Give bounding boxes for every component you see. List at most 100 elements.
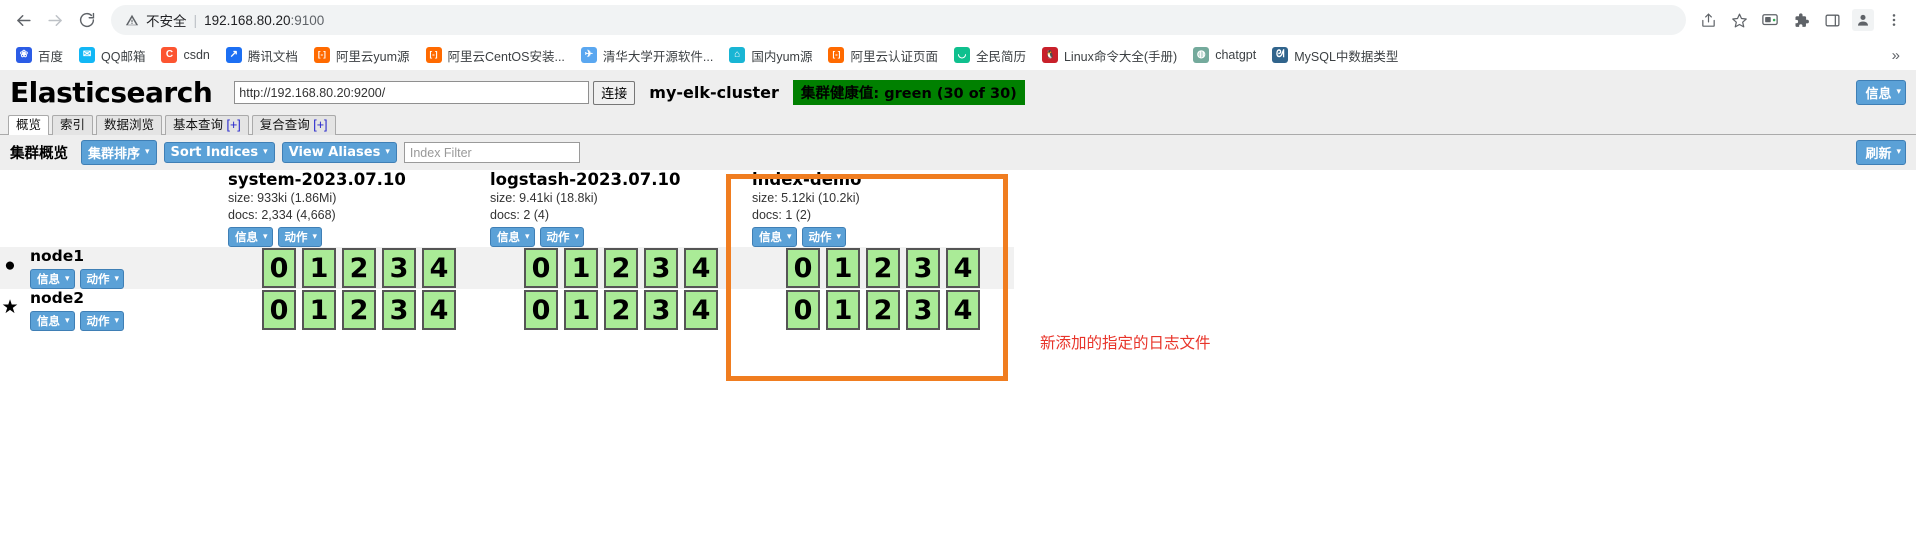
- shard-cell[interactable]: 2: [604, 248, 638, 288]
- shard-cell[interactable]: 0: [262, 290, 296, 330]
- bookmark-item[interactable]: [-] 阿里云yum源: [306, 43, 418, 67]
- shard-cell[interactable]: 2: [866, 248, 900, 288]
- reload-icon[interactable]: [72, 5, 102, 35]
- index-action-button-label: 动作: [808, 230, 832, 244]
- page-title: 集群概览: [10, 146, 68, 162]
- tab-add-icon[interactable]: [+]: [227, 118, 241, 132]
- media-cast-icon[interactable]: [1756, 6, 1784, 34]
- chevron-down-icon: ▾: [1896, 87, 1901, 97]
- shard-cell[interactable]: 0: [786, 290, 820, 330]
- shard-cell[interactable]: 4: [684, 290, 718, 330]
- index-info-button[interactable]: 信息 ▾: [752, 227, 797, 247]
- tab-add-icon[interactable]: [+]: [313, 118, 327, 132]
- qq-mail-icon: ✉: [79, 47, 96, 63]
- star-icon[interactable]: [1725, 6, 1753, 34]
- bookmark-item[interactable]: ⌂ 国内yum源: [721, 43, 820, 67]
- sidepanel-icon[interactable]: [1818, 6, 1846, 34]
- bookmark-item[interactable]: ✈ 清华大学开源软件...: [573, 43, 721, 67]
- refresh-button[interactable]: 刷新 ▾: [1856, 140, 1906, 165]
- index-info-button[interactable]: 信息 ▾: [228, 227, 273, 247]
- tab-1[interactable]: 索引: [52, 115, 94, 135]
- cluster-sort-button[interactable]: 集群排序 ▾: [81, 140, 157, 165]
- shard-cell[interactable]: 1: [302, 290, 336, 330]
- index-action-button-label: 动作: [284, 230, 308, 244]
- bookmark-item[interactable]: ❀ 百度: [8, 43, 71, 67]
- bookmarks-overflow-button[interactable]: »: [1884, 47, 1908, 64]
- index-action-button[interactable]: 动作 ▾: [539, 227, 585, 247]
- share-icon[interactable]: [1694, 6, 1722, 34]
- shard-cell[interactable]: 1: [826, 290, 860, 330]
- chevron-down-icon: ▾: [787, 231, 792, 242]
- index-info-button[interactable]: 信息 ▾: [490, 227, 535, 247]
- shard-cell[interactable]: 3: [382, 290, 416, 330]
- shard-cell[interactable]: 2: [342, 248, 376, 288]
- shard-cell[interactable]: 1: [826, 248, 860, 288]
- shard-cell[interactable]: 0: [786, 248, 820, 288]
- bookmark-item[interactable]: ᘛ MySQL中数据类型: [1264, 43, 1406, 67]
- view-aliases-label: View Aliases: [288, 145, 381, 160]
- menu-icon[interactable]: [1880, 6, 1908, 34]
- header-info-button[interactable]: 信息 ▾: [1856, 80, 1906, 105]
- bookmark-item[interactable]: ↗ 腾讯文档: [218, 43, 306, 67]
- shard-cell[interactable]: 4: [946, 248, 980, 288]
- forward-arrow-icon[interactable]: [40, 5, 70, 35]
- node-action-button[interactable]: 动作 ▾: [79, 269, 125, 289]
- connect-button[interactable]: 连接: [593, 80, 636, 105]
- shard-cell[interactable]: 3: [382, 248, 416, 288]
- mysql-dolphin-icon: ᘛ: [1272, 47, 1289, 63]
- bookmarks-bar: ❀ 百度 ✉ QQ邮箱 Ccsdn ↗ 腾讯文档 [-] 阿里云yum源 [-] 阿里云CentOS…: [0, 40, 1916, 70]
- chevron-down-icon: ▾: [263, 147, 268, 157]
- bookmark-item[interactable]: ✉ QQ邮箱: [71, 43, 153, 67]
- view-aliases-button[interactable]: View Aliases ▾: [281, 142, 397, 163]
- tab-0[interactable]: 概览: [8, 115, 50, 135]
- shard-cell[interactable]: 3: [906, 290, 940, 330]
- node-info-button[interactable]: 信息 ▾: [30, 311, 75, 331]
- bookmark-item[interactable]: ◍ chatgpt: [1185, 43, 1264, 67]
- node-action-button[interactable]: 动作 ▾: [79, 311, 125, 331]
- shard-cell[interactable]: 0: [524, 290, 558, 330]
- extensions-icon[interactable]: [1787, 6, 1815, 34]
- address-bar[interactable]: 不安全 | 192.168.80.20:9100: [111, 5, 1686, 35]
- node-info-button[interactable]: 信息 ▾: [30, 269, 75, 289]
- bookmark-item[interactable]: 🐧 Linux命令大全(手册): [1034, 43, 1185, 67]
- cluster-url-input[interactable]: [234, 81, 590, 104]
- index-column-header: logstash-2023.07.10 size: 9.41ki (18.8ki)…: [490, 170, 752, 247]
- shard-cell[interactable]: 1: [564, 290, 598, 330]
- bookmark-item[interactable]: Ccsdn: [153, 43, 217, 67]
- back-arrow-icon[interactable]: [8, 5, 38, 35]
- index-action-button[interactable]: 动作 ▾: [801, 227, 847, 247]
- bookmark-item[interactable]: [-] 阿里云CentOS安装...: [418, 43, 573, 67]
- bookmark-item[interactable]: [-] 阿里云认证页面: [820, 43, 946, 67]
- cluster-sort-label: 集群排序: [88, 147, 141, 162]
- index-size: size: 5.12ki (10.2ki): [752, 191, 860, 205]
- node-name: node2: [30, 289, 85, 307]
- tab-2[interactable]: 数据浏览: [96, 115, 163, 135]
- shard-cell[interactable]: 4: [946, 290, 980, 330]
- node-action-button-label: 动作: [86, 272, 110, 286]
- profile-icon[interactable]: [1849, 6, 1877, 34]
- index-filter-input[interactable]: [403, 142, 580, 163]
- sort-indices-button[interactable]: Sort Indices ▾: [163, 142, 275, 163]
- bookmark-item[interactable]: ◡ 全民简历: [946, 43, 1034, 67]
- shard-cell[interactable]: 4: [422, 248, 456, 288]
- shard-cell[interactable]: 2: [866, 290, 900, 330]
- shard-cell[interactable]: 0: [262, 248, 296, 288]
- shard-group-cell: 01234: [490, 247, 752, 289]
- chevron-down-icon: ▾: [263, 231, 268, 242]
- shard-cell[interactable]: 1: [302, 248, 336, 288]
- shard-cell[interactable]: 3: [644, 248, 678, 288]
- tab-label: 数据浏览: [104, 118, 155, 132]
- shard-cell[interactable]: 3: [906, 248, 940, 288]
- bookmark-label: MySQL中数据类型: [1294, 49, 1399, 64]
- shard-cell[interactable]: 0: [524, 248, 558, 288]
- index-actions: 信息 ▾ 动作 ▾: [228, 227, 490, 247]
- shard-cell[interactable]: 2: [342, 290, 376, 330]
- shard-cell[interactable]: 4: [684, 248, 718, 288]
- shard-cell[interactable]: 4: [422, 290, 456, 330]
- tab-4[interactable]: 复合查询 [+]: [251, 115, 336, 135]
- shard-cell[interactable]: 2: [604, 290, 638, 330]
- shard-cell[interactable]: 3: [644, 290, 678, 330]
- index-action-button[interactable]: 动作 ▾: [277, 227, 323, 247]
- shard-cell[interactable]: 1: [564, 248, 598, 288]
- tab-3[interactable]: 基本查询 [+]: [165, 115, 249, 135]
